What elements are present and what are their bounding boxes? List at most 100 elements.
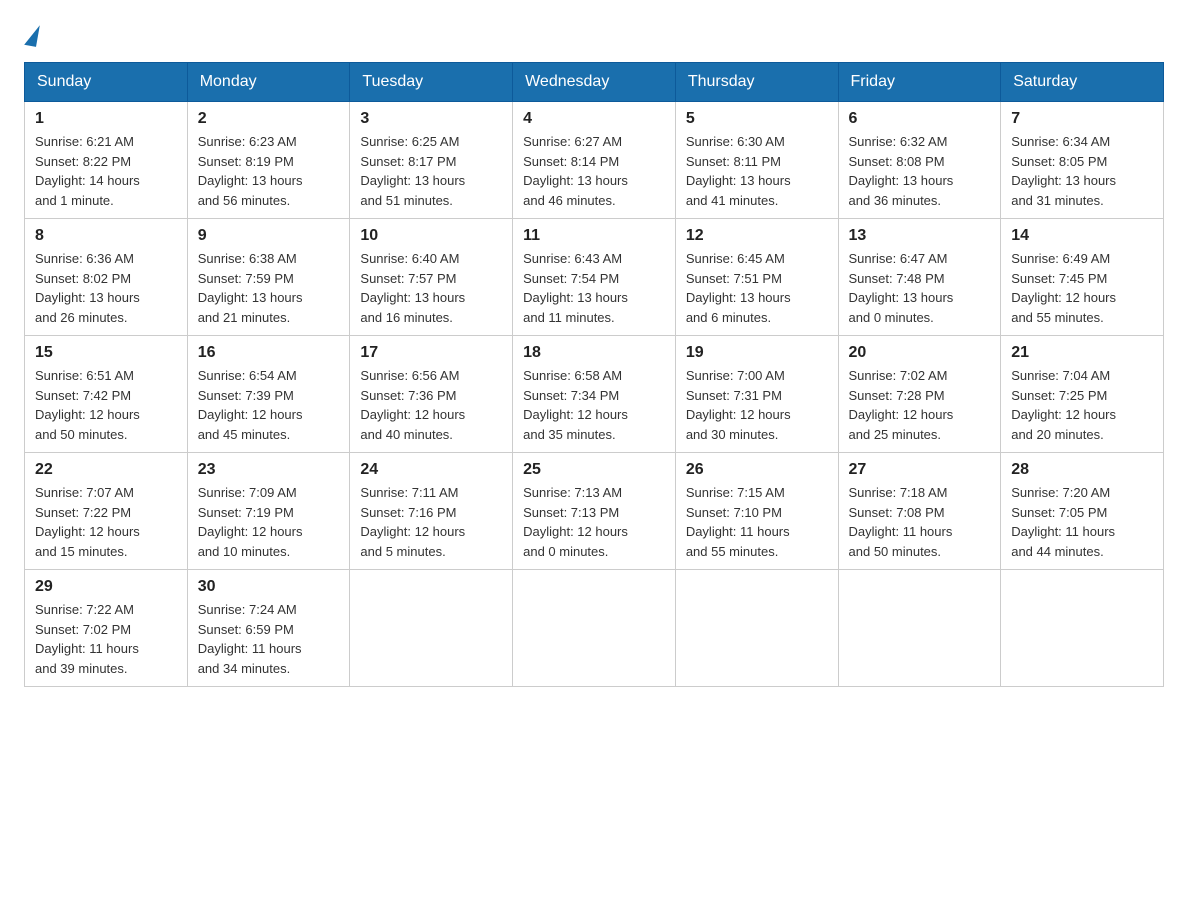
day-cell-26: 26 Sunrise: 7:15 AMSunset: 7:10 PMDayligh… — [675, 453, 838, 570]
week-row-2: 15 Sunrise: 6:51 AMSunset: 7:42 PMDayligh… — [25, 336, 1164, 453]
day-info: Sunrise: 6:49 AMSunset: 7:45 PMDaylight:… — [1011, 249, 1153, 327]
day-cell-11: 11Sunrise: 6:43 AMSunset: 7:54 PMDayligh… — [513, 219, 676, 336]
week-row-1: 8 Sunrise: 6:36 AMSunset: 8:02 PMDaylight… — [25, 219, 1164, 336]
calendar-body: 1Sunrise: 6:21 AMSunset: 8:22 PMDaylight… — [25, 102, 1164, 687]
day-number: 23 — [198, 461, 340, 479]
day-cell-15: 15 Sunrise: 6:51 AMSunset: 7:42 PMDayligh… — [25, 336, 188, 453]
day-cell-30: 30 Sunrise: 7:24 AMSunset: 6:59 PMDayligh… — [187, 570, 350, 687]
day-cell-18: 18Sunrise: 6:58 AMSunset: 7:34 PMDayligh… — [513, 336, 676, 453]
day-info: Sunrise: 7:00 AMSunset: 7:31 PMDaylight:… — [686, 366, 828, 444]
day-info: Sunrise: 7:22 AMSunset: 7:02 PMDaylight:… — [35, 600, 177, 678]
day-number: 15 — [35, 344, 177, 362]
day-number: 6 — [849, 110, 991, 128]
day-info: Sunrise: 6:56 AMSunset: 7:36 PMDaylight:… — [360, 366, 502, 444]
empty-cell — [513, 570, 676, 687]
day-info: Sunrise: 7:07 AMSunset: 7:22 PMDaylight:… — [35, 483, 177, 561]
day-info: Sunrise: 6:54 AMSunset: 7:39 PMDaylight:… — [198, 366, 340, 444]
day-info: Sunrise: 7:24 AMSunset: 6:59 PMDaylight:… — [198, 600, 340, 678]
calendar-header: SundayMondayTuesdayWednesdayThursdayFrid… — [25, 63, 1164, 102]
day-cell-4: 4Sunrise: 6:27 AMSunset: 8:14 PMDaylight… — [513, 102, 676, 219]
day-number: 14 — [1011, 227, 1153, 245]
day-number: 5 — [686, 110, 828, 128]
logo — [24, 24, 40, 42]
day-info: Sunrise: 6:34 AMSunset: 8:05 PMDaylight:… — [1011, 132, 1153, 210]
day-info: Sunrise: 6:21 AMSunset: 8:22 PMDaylight:… — [35, 132, 177, 210]
day-number: 24 — [360, 461, 502, 479]
day-cell-23: 23 Sunrise: 7:09 AMSunset: 7:19 PMDayligh… — [187, 453, 350, 570]
day-number: 20 — [849, 344, 991, 362]
day-info: Sunrise: 6:51 AMSunset: 7:42 PMDaylight:… — [35, 366, 177, 444]
day-info: Sunrise: 6:36 AMSunset: 8:02 PMDaylight:… — [35, 249, 177, 327]
day-info: Sunrise: 7:13 AMSunset: 7:13 PMDaylight:… — [523, 483, 665, 561]
day-info: Sunrise: 7:11 AMSunset: 7:16 PMDaylight:… — [360, 483, 502, 561]
day-number: 28 — [1011, 461, 1153, 479]
week-row-3: 22 Sunrise: 7:07 AMSunset: 7:22 PMDayligh… — [25, 453, 1164, 570]
day-info: Sunrise: 6:25 AMSunset: 8:17 PMDaylight:… — [360, 132, 502, 210]
logo-triangle-icon — [24, 23, 40, 47]
day-cell-22: 22 Sunrise: 7:07 AMSunset: 7:22 PMDayligh… — [25, 453, 188, 570]
day-cell-5: 5 Sunrise: 6:30 AMSunset: 8:11 PMDaylight… — [675, 102, 838, 219]
day-cell-25: 25 Sunrise: 7:13 AMSunset: 7:13 PMDayligh… — [513, 453, 676, 570]
empty-cell — [350, 570, 513, 687]
day-number: 19 — [686, 344, 828, 362]
day-cell-20: 20 Sunrise: 7:02 AMSunset: 7:28 PMDayligh… — [838, 336, 1001, 453]
day-cell-19: 19 Sunrise: 7:00 AMSunset: 7:31 PMDayligh… — [675, 336, 838, 453]
empty-cell — [1001, 570, 1164, 687]
day-info: Sunrise: 6:30 AMSunset: 8:11 PMDaylight:… — [686, 132, 828, 210]
day-number: 13 — [849, 227, 991, 245]
day-info: Sunrise: 6:32 AMSunset: 8:08 PMDaylight:… — [849, 132, 991, 210]
day-number: 3 — [360, 110, 502, 128]
day-cell-10: 10 Sunrise: 6:40 AMSunset: 7:57 PMDayligh… — [350, 219, 513, 336]
day-info: Sunrise: 6:47 AMSunset: 7:48 PMDaylight:… — [849, 249, 991, 327]
day-number: 16 — [198, 344, 340, 362]
day-number: 8 — [35, 227, 177, 245]
page-header — [24, 24, 1164, 42]
header-sunday: Sunday — [25, 63, 188, 102]
day-info: Sunrise: 6:27 AMSunset: 8:14 PMDaylight:… — [523, 132, 665, 210]
day-info: Sunrise: 7:20 AMSunset: 7:05 PMDaylight:… — [1011, 483, 1153, 561]
day-cell-6: 6 Sunrise: 6:32 AMSunset: 8:08 PMDaylight… — [838, 102, 1001, 219]
day-number: 7 — [1011, 110, 1153, 128]
header-thursday: Thursday — [675, 63, 838, 102]
day-number: 30 — [198, 578, 340, 596]
day-number: 26 — [686, 461, 828, 479]
day-cell-8: 8 Sunrise: 6:36 AMSunset: 8:02 PMDaylight… — [25, 219, 188, 336]
week-row-4: 29Sunrise: 7:22 AMSunset: 7:02 PMDayligh… — [25, 570, 1164, 687]
day-cell-29: 29Sunrise: 7:22 AMSunset: 7:02 PMDayligh… — [25, 570, 188, 687]
day-cell-14: 14 Sunrise: 6:49 AMSunset: 7:45 PMDayligh… — [1001, 219, 1164, 336]
day-number: 12 — [686, 227, 828, 245]
header-friday: Friday — [838, 63, 1001, 102]
day-info: Sunrise: 7:04 AMSunset: 7:25 PMDaylight:… — [1011, 366, 1153, 444]
header-row: SundayMondayTuesdayWednesdayThursdayFrid… — [25, 63, 1164, 102]
header-monday: Monday — [187, 63, 350, 102]
day-cell-21: 21 Sunrise: 7:04 AMSunset: 7:25 PMDayligh… — [1001, 336, 1164, 453]
day-number: 17 — [360, 344, 502, 362]
day-info: Sunrise: 6:40 AMSunset: 7:57 PMDaylight:… — [360, 249, 502, 327]
day-info: Sunrise: 7:15 AMSunset: 7:10 PMDaylight:… — [686, 483, 828, 561]
day-number: 11 — [523, 227, 665, 245]
day-cell-12: 12Sunrise: 6:45 AMSunset: 7:51 PMDayligh… — [675, 219, 838, 336]
day-info: Sunrise: 6:38 AMSunset: 7:59 PMDaylight:… — [198, 249, 340, 327]
day-cell-3: 3 Sunrise: 6:25 AMSunset: 8:17 PMDaylight… — [350, 102, 513, 219]
day-cell-24: 24 Sunrise: 7:11 AMSunset: 7:16 PMDayligh… — [350, 453, 513, 570]
day-number: 2 — [198, 110, 340, 128]
day-info: Sunrise: 7:18 AMSunset: 7:08 PMDaylight:… — [849, 483, 991, 561]
empty-cell — [838, 570, 1001, 687]
day-cell-27: 27 Sunrise: 7:18 AMSunset: 7:08 PMDayligh… — [838, 453, 1001, 570]
day-cell-9: 9 Sunrise: 6:38 AMSunset: 7:59 PMDaylight… — [187, 219, 350, 336]
day-info: Sunrise: 6:58 AMSunset: 7:34 PMDaylight:… — [523, 366, 665, 444]
header-wednesday: Wednesday — [513, 63, 676, 102]
day-number: 22 — [35, 461, 177, 479]
day-cell-2: 2 Sunrise: 6:23 AMSunset: 8:19 PMDaylight… — [187, 102, 350, 219]
day-info: Sunrise: 6:23 AMSunset: 8:19 PMDaylight:… — [198, 132, 340, 210]
day-number: 27 — [849, 461, 991, 479]
day-number: 25 — [523, 461, 665, 479]
day-info: Sunrise: 7:02 AMSunset: 7:28 PMDaylight:… — [849, 366, 991, 444]
day-number: 10 — [360, 227, 502, 245]
empty-cell — [675, 570, 838, 687]
day-cell-7: 7 Sunrise: 6:34 AMSunset: 8:05 PMDaylight… — [1001, 102, 1164, 219]
day-info: Sunrise: 7:09 AMSunset: 7:19 PMDaylight:… — [198, 483, 340, 561]
day-number: 21 — [1011, 344, 1153, 362]
day-cell-28: 28 Sunrise: 7:20 AMSunset: 7:05 PMDayligh… — [1001, 453, 1164, 570]
day-number: 9 — [198, 227, 340, 245]
